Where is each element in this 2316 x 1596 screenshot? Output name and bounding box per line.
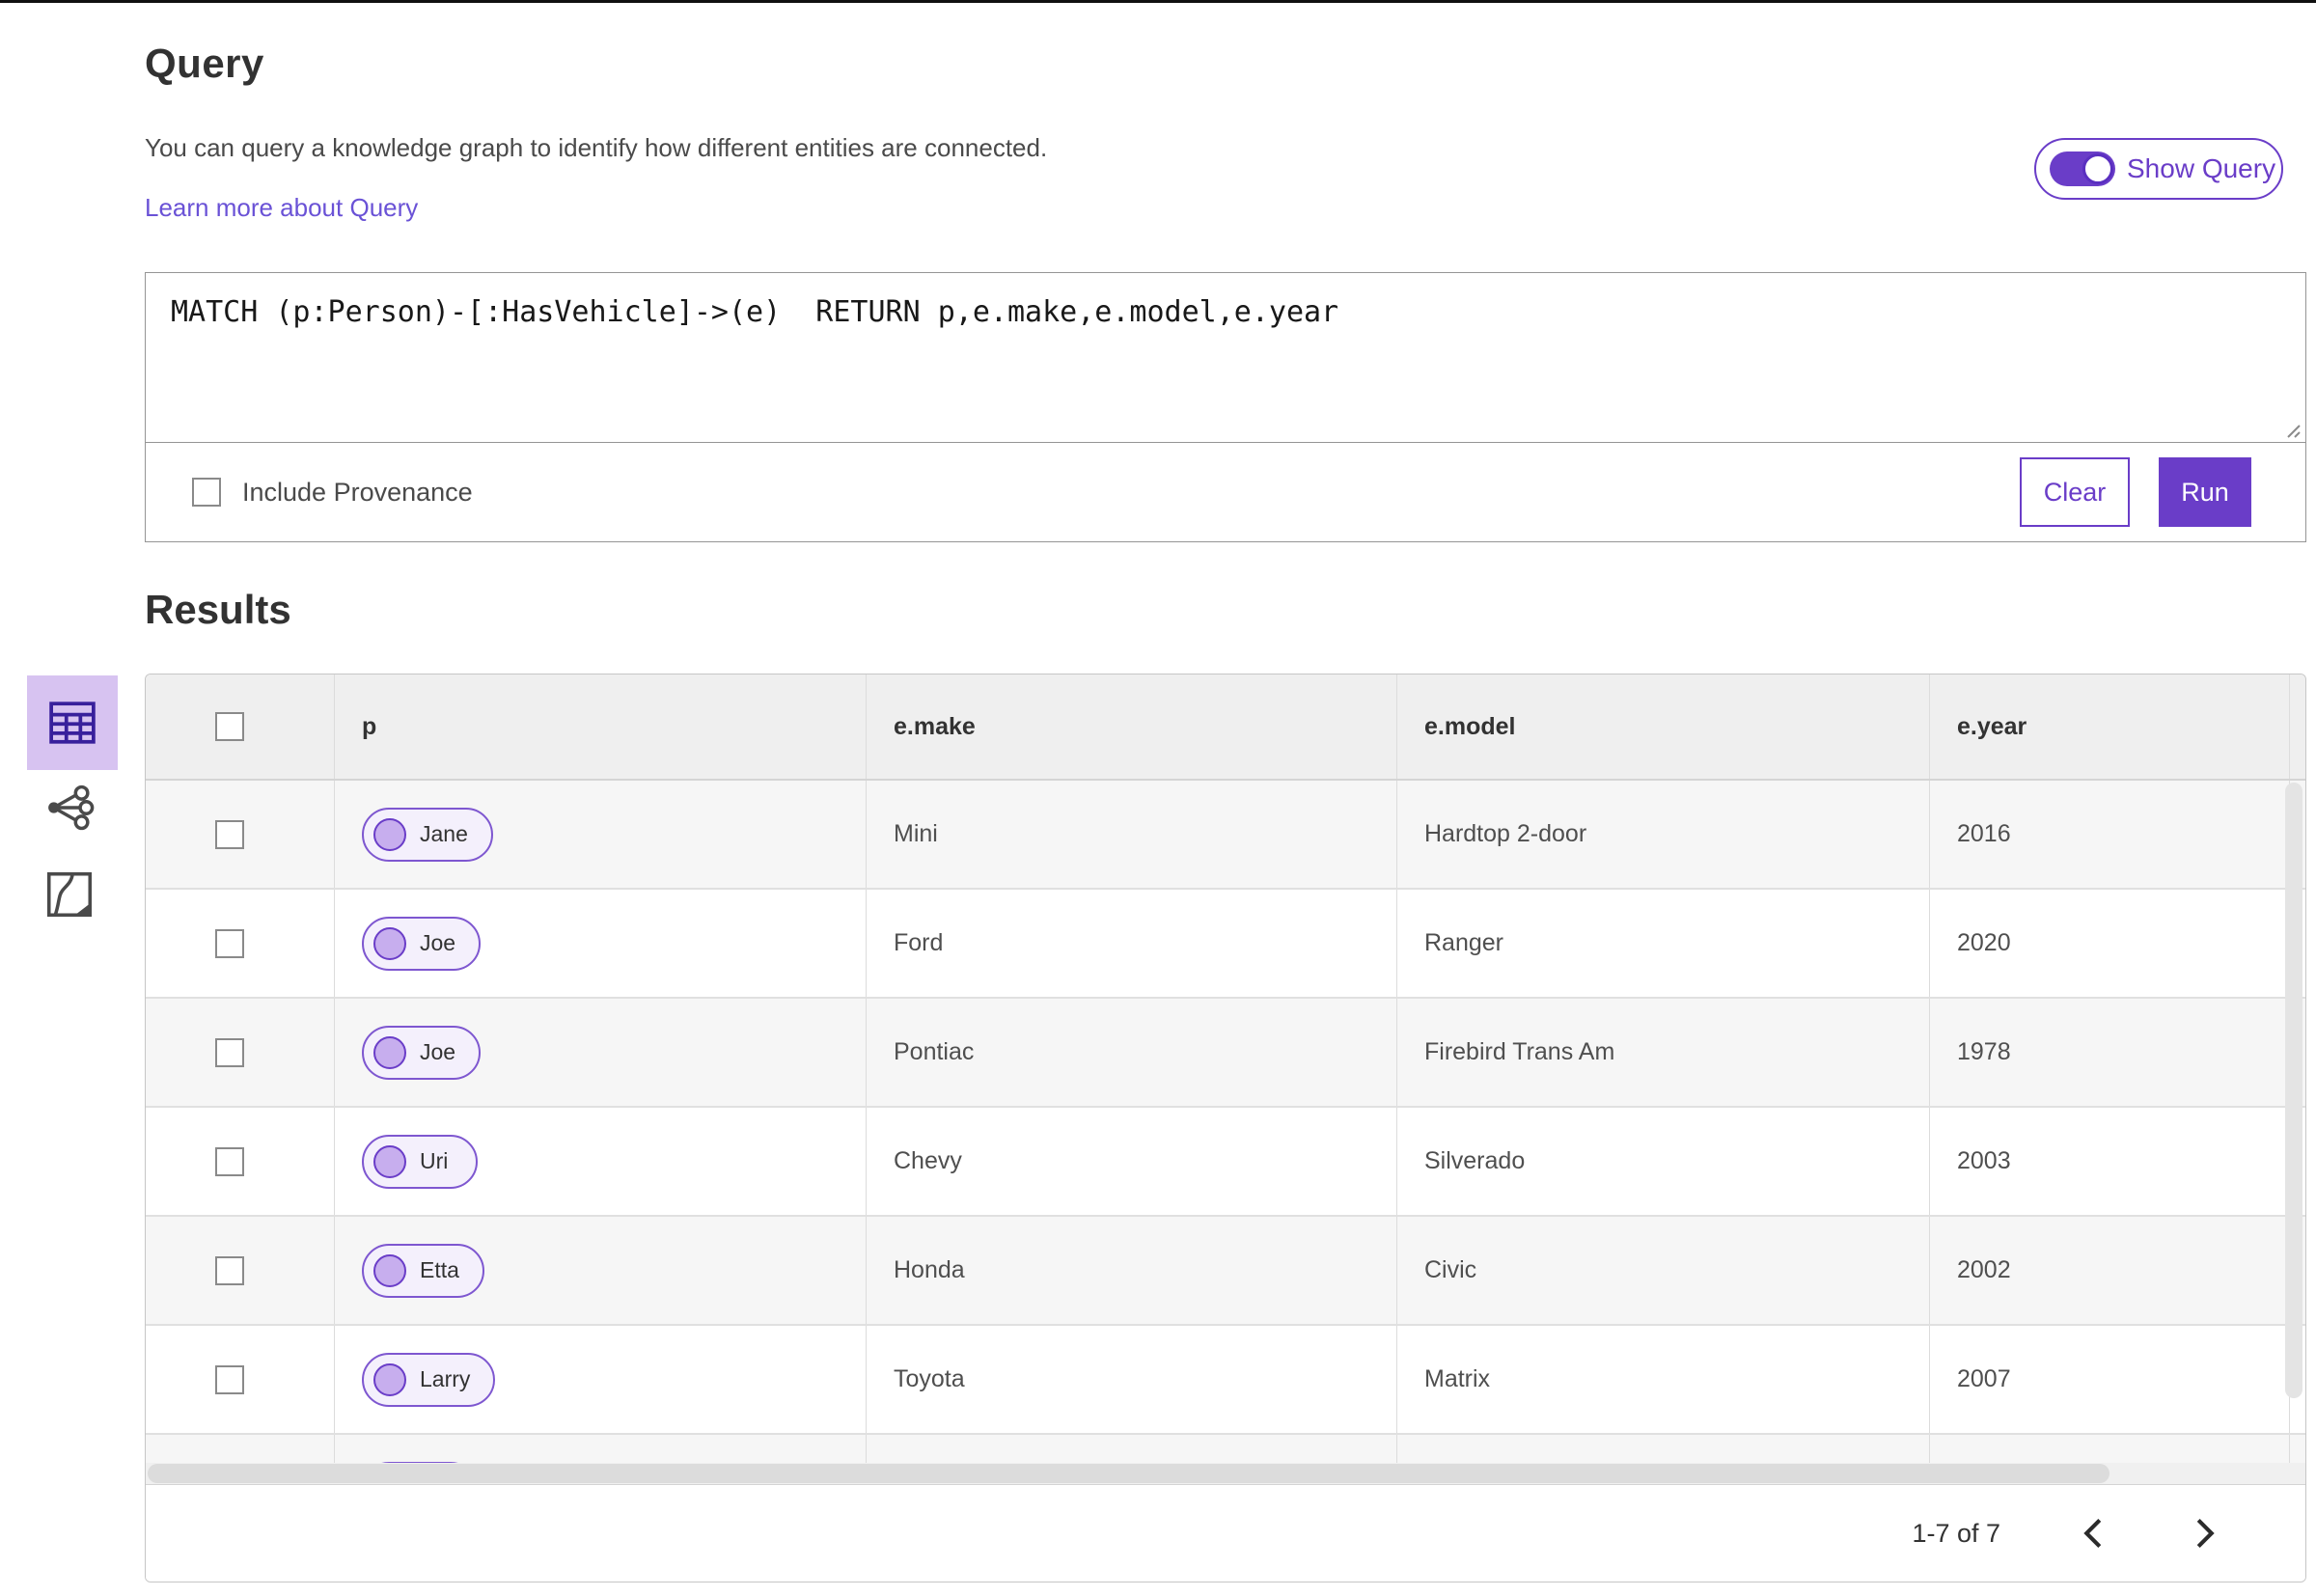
run-button[interactable]: Run xyxy=(2159,457,2251,527)
table-row: Larry Toyota Matrix 2007 xyxy=(146,1326,2305,1435)
table-header-row: p e.make e.model e.year xyxy=(146,674,2305,781)
learn-more-link[interactable]: Learn more about Query xyxy=(145,193,418,223)
query-input[interactable]: MATCH (p:Person)-[:HasVehicle]->(e) RETU… xyxy=(146,273,2305,443)
row-checkbox[interactable] xyxy=(215,1255,244,1285)
table-view-icon xyxy=(49,702,96,744)
entity-pill[interactable]: Joe xyxy=(362,1025,482,1080)
entity-node-icon xyxy=(373,1253,406,1287)
page-title: Query xyxy=(145,41,264,86)
column-header-p[interactable]: p xyxy=(335,674,867,779)
clear-button[interactable]: Clear xyxy=(2020,457,2130,527)
view-link-chart-button[interactable] xyxy=(41,779,98,837)
entity-node-icon xyxy=(373,817,406,851)
horizontal-scrollbar[interactable] xyxy=(146,1463,2305,1484)
toggle-switch-icon[interactable] xyxy=(2050,151,2115,186)
resize-grip-icon[interactable] xyxy=(2278,416,2302,439)
link-chart-view-icon xyxy=(48,784,95,831)
view-table-button[interactable] xyxy=(27,675,118,770)
next-page-button[interactable] xyxy=(2186,1514,2224,1553)
entity-pill[interactable]: Etta xyxy=(362,1243,484,1298)
query-editor-card: MATCH (p:Person)-[:HasVehicle]->(e) RETU… xyxy=(145,272,2306,542)
chevron-right-icon xyxy=(2196,1518,2215,1549)
view-map-button[interactable] xyxy=(41,866,98,923)
include-provenance-label: Include Provenance xyxy=(242,477,473,507)
table-row-partial xyxy=(146,1435,2305,1463)
entity-pill[interactable]: Larry xyxy=(362,1352,496,1407)
vertical-scrollbar-thumb[interactable] xyxy=(2285,783,2302,1398)
include-provenance-checkbox[interactable] xyxy=(192,478,221,507)
table-row: Uri Chevy Silverado 2003 xyxy=(146,1108,2305,1217)
entity-node-icon xyxy=(373,1362,406,1396)
row-checkbox[interactable] xyxy=(215,1364,244,1394)
previous-page-button[interactable] xyxy=(2074,1514,2112,1553)
row-checkbox[interactable] xyxy=(215,819,244,849)
horizontal-scrollbar-thumb[interactable] xyxy=(148,1464,2109,1483)
entity-node-icon xyxy=(373,1144,406,1178)
window-top-edge xyxy=(0,0,2316,3)
table-row: Etta Honda Civic 2002 xyxy=(146,1217,2305,1326)
page-description: You can query a knowledge graph to ident… xyxy=(145,133,1048,162)
entity-pill[interactable]: Joe xyxy=(362,916,482,971)
table-row: Joe Pontiac Firebird Trans Am 1978 xyxy=(146,999,2305,1108)
table-row: Joe Ford Ranger 2020 xyxy=(146,890,2305,999)
row-checkbox[interactable] xyxy=(215,1037,244,1067)
query-page: Query You can query a knowledge graph to… xyxy=(0,0,2316,1596)
column-header-year[interactable]: e.year xyxy=(1930,674,2290,779)
column-header-model[interactable]: e.model xyxy=(1397,674,1930,779)
query-editor-footer: Include Provenance Clear Run xyxy=(146,443,2305,541)
table-row: Jane Mini Hardtop 2-door 2016 xyxy=(146,781,2305,890)
row-checkbox[interactable] xyxy=(215,928,244,958)
column-header-make[interactable]: e.make xyxy=(867,674,1397,779)
pagination-range: 1-7 of 7 xyxy=(1912,1518,2000,1548)
select-all-checkbox[interactable] xyxy=(215,712,244,741)
map-view-icon xyxy=(46,871,93,918)
table-footer: 1-7 of 7 xyxy=(146,1484,2305,1582)
show-query-toggle[interactable]: Show Query xyxy=(2034,138,2283,200)
table-body: Jane Mini Hardtop 2-door 2016 Joe Ford R… xyxy=(146,781,2305,1463)
chevron-left-icon xyxy=(2083,1518,2102,1549)
entity-node-icon xyxy=(373,926,406,960)
toggle-knob xyxy=(2082,153,2113,184)
entity-pill[interactable]: Jane xyxy=(362,807,493,862)
results-heading: Results xyxy=(145,587,291,632)
entity-pill[interactable]: Uri xyxy=(362,1134,478,1189)
row-checkbox[interactable] xyxy=(215,1146,244,1176)
entity-node-icon xyxy=(373,1035,406,1069)
show-query-label: Show Query xyxy=(2127,153,2276,183)
results-table-card: p e.make e.model e.year Jane Mini Hardto… xyxy=(145,674,2306,1582)
